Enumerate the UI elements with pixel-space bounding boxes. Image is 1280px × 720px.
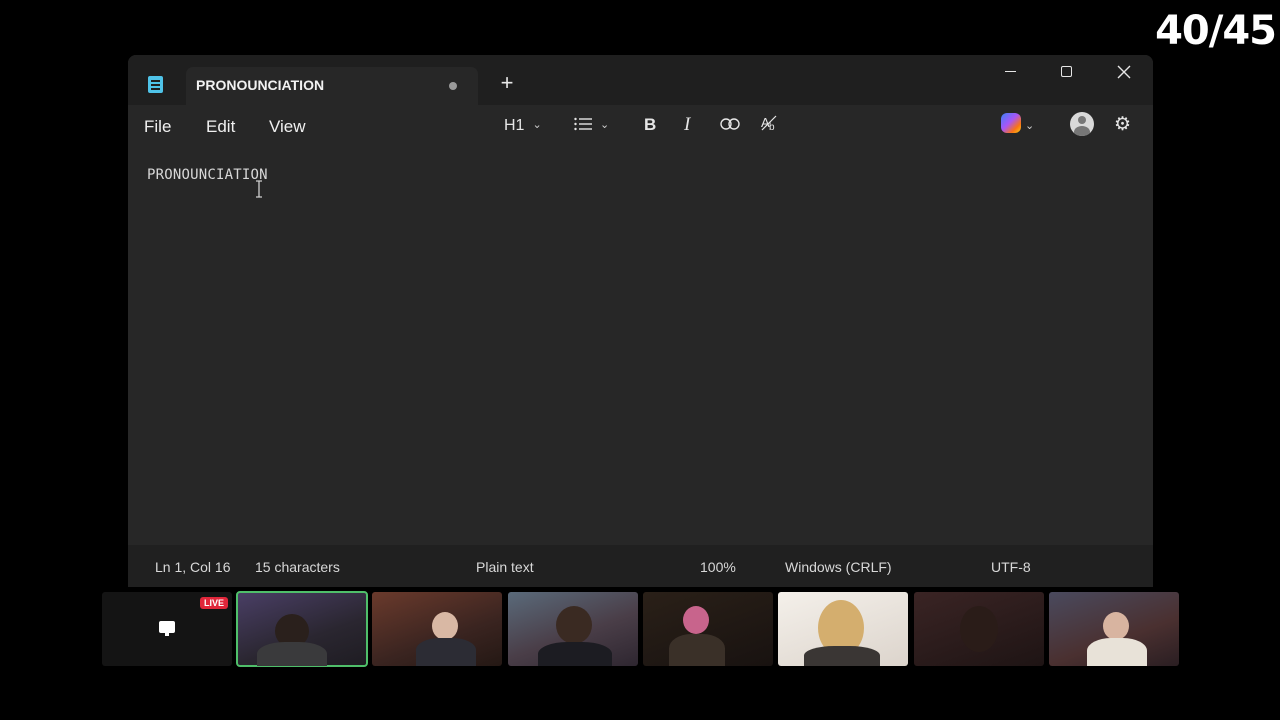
participant-avatar — [683, 606, 709, 634]
participant-tile[interactable] — [236, 591, 368, 667]
menu-view[interactable]: View — [269, 117, 306, 137]
ibeam-cursor-icon — [256, 180, 262, 198]
spellcheck-button[interactable]: A b — [760, 113, 778, 137]
maximize-icon — [1060, 66, 1072, 78]
menu-toolbar: File Edit View H1 ⌄ ⌄ B I A b ⌄ ⚙ — [128, 105, 1153, 145]
menu-edit[interactable]: Edit — [206, 117, 235, 137]
chevron-down-icon: ⌄ — [532, 119, 542, 131]
svg-text:b: b — [769, 122, 775, 132]
participant-avatar — [432, 612, 458, 640]
cursor-position[interactable]: Ln 1, Col 16 — [155, 559, 231, 575]
notepad-app-icon — [148, 76, 163, 93]
participant-tile[interactable] — [508, 592, 638, 666]
text-editor-area[interactable]: PRONOUNCIATION — [128, 145, 1153, 545]
participant-tile[interactable] — [1049, 592, 1179, 666]
copilot-chevron-down-icon[interactable]: ⌄ — [1025, 119, 1034, 132]
heading-dropdown[interactable]: H1 ⌄ — [504, 113, 542, 137]
minimize-icon — [1004, 71, 1016, 73]
participant-tile[interactable] — [643, 592, 773, 666]
copilot-icon[interactable] — [1001, 113, 1021, 133]
spellcheck-icon: A b — [761, 115, 777, 133]
bold-button[interactable]: B — [644, 113, 656, 137]
text-format[interactable]: Plain text — [476, 559, 534, 575]
italic-button[interactable]: I — [684, 113, 690, 137]
call-participant-strip: LIVE — [102, 591, 1179, 667]
line-ending[interactable]: Windows (CRLF) — [785, 559, 892, 575]
screen-share-icon — [159, 621, 175, 636]
participant-avatar — [1103, 612, 1129, 640]
list-dropdown[interactable]: ⌄ — [574, 113, 609, 137]
tab-title: PRONOUNCIATION — [196, 77, 325, 93]
heading-label: H1 — [504, 117, 525, 134]
unsaved-dot-icon[interactable] — [449, 82, 457, 90]
participant-tile[interactable] — [778, 592, 908, 666]
character-count: 15 characters — [255, 559, 340, 575]
participant-tile[interactable] — [372, 592, 502, 666]
maximize-button[interactable] — [1046, 60, 1086, 84]
new-tab-plus-icon[interactable]: + — [496, 72, 518, 94]
chevron-down-icon: ⌄ — [600, 119, 610, 131]
encoding[interactable]: UTF-8 — [991, 559, 1031, 575]
participant-tile[interactable] — [914, 592, 1044, 666]
status-bar: Ln 1, Col 16 15 characters Plain text 10… — [128, 545, 1153, 587]
account-avatar-icon[interactable] — [1070, 112, 1094, 136]
settings-button[interactable]: ⚙ — [1114, 113, 1131, 137]
gear-icon: ⚙ — [1114, 114, 1132, 135]
round-counter: 40/45 — [1155, 8, 1277, 54]
link-icon — [720, 118, 740, 130]
editor-content: PRONOUNCIATION — [147, 167, 268, 183]
zoom-level[interactable]: 100% — [700, 559, 736, 575]
screen-share-tile[interactable]: LIVE — [102, 592, 232, 666]
notepad-window: PRONOUNCIATION + File Edit View H1 ⌄ ⌄ B … — [128, 55, 1153, 587]
link-button[interactable] — [720, 113, 740, 137]
list-icon — [574, 117, 592, 131]
close-button[interactable] — [1104, 60, 1144, 84]
menu-file[interactable]: File — [144, 117, 171, 137]
close-icon — [1117, 65, 1131, 79]
title-bar: PRONOUNCIATION + — [128, 55, 1153, 105]
participant-avatar — [556, 606, 592, 644]
tab-document[interactable]: PRONOUNCIATION — [186, 67, 478, 105]
minimize-button[interactable] — [990, 60, 1030, 84]
participant-avatar — [960, 606, 998, 652]
live-badge: LIVE — [199, 597, 228, 609]
